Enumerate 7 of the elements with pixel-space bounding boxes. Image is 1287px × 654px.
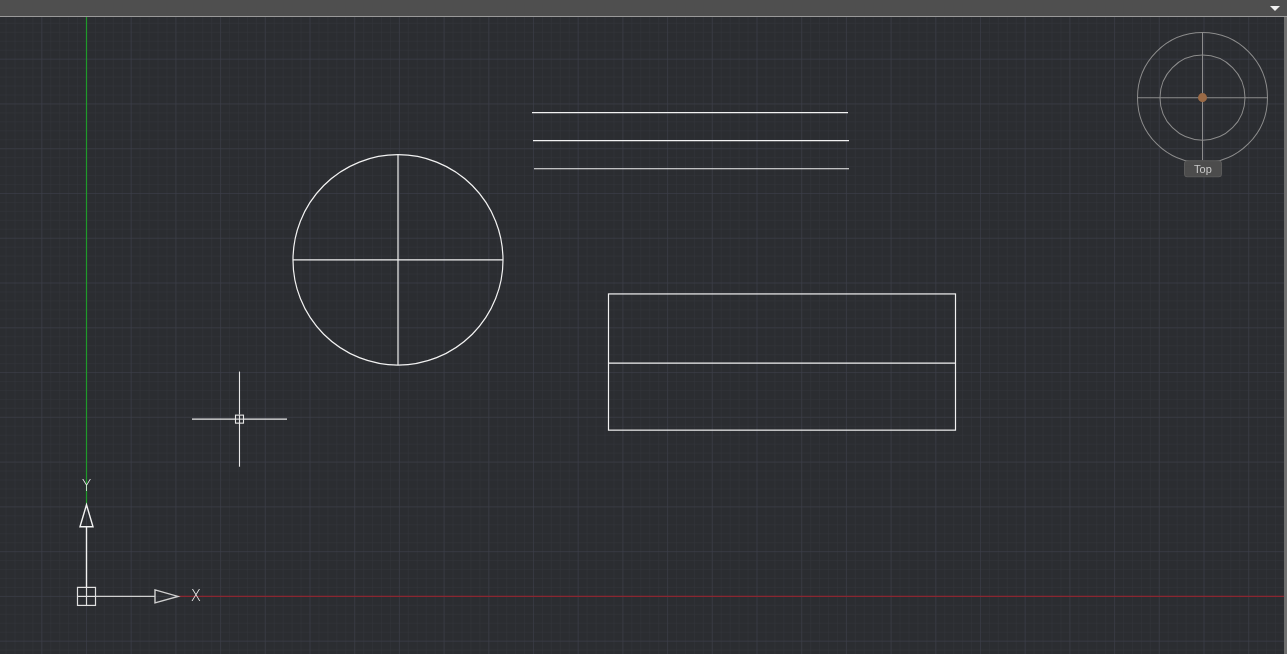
dropdown-caret-icon[interactable]: [1270, 5, 1280, 11]
pivot-dot-icon: [1198, 93, 1207, 103]
navigation-wheel[interactable]: [1136, 31, 1269, 164]
origin-square-icon: [76, 586, 97, 606]
view-label-button[interactable]: Top: [1184, 160, 1222, 178]
x-axis-label: X: [190, 587, 202, 606]
y-axis-label: Y: [81, 476, 92, 495]
